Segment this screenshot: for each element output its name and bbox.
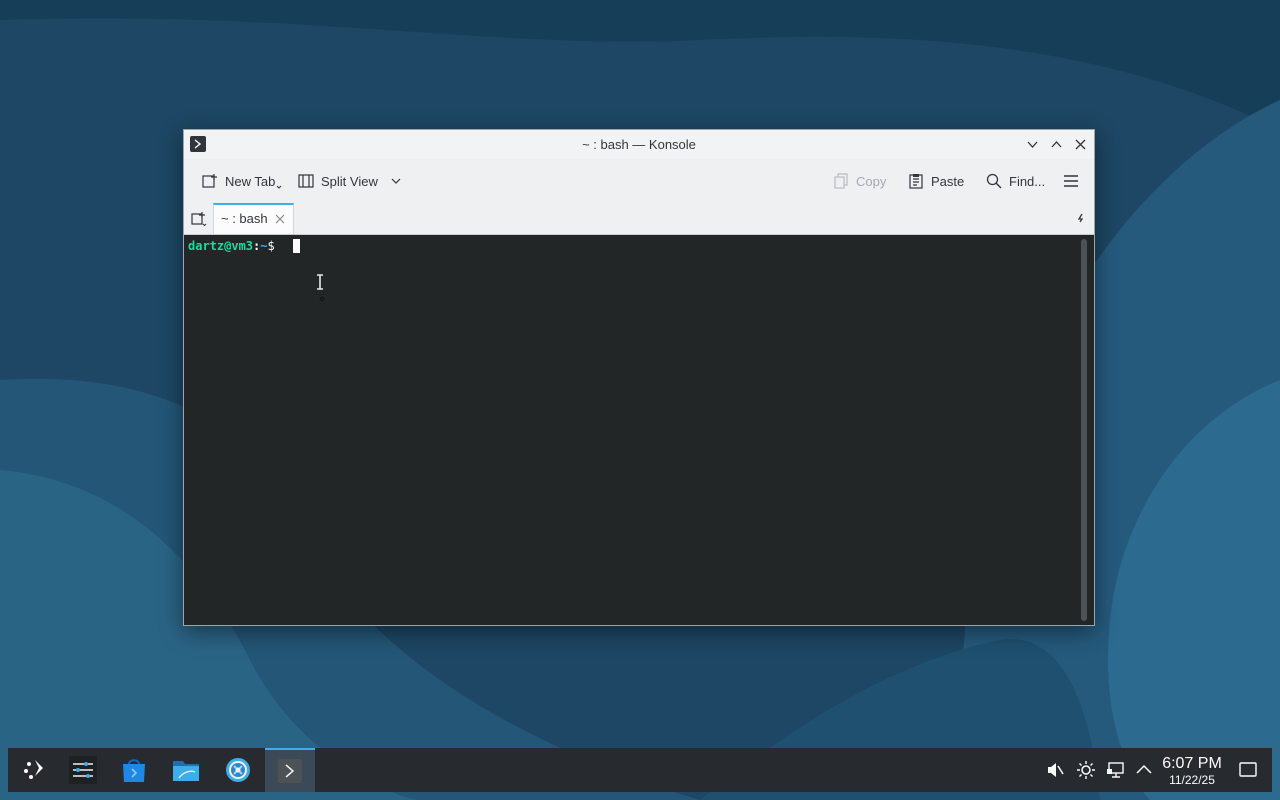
split-view-label: Split View (321, 173, 378, 189)
show-desktop-icon[interactable] (1238, 760, 1258, 780)
digital-clock[interactable]: 6:07 PM 11/22/25 (1156, 755, 1228, 787)
tab-label: ~ : bash (221, 211, 268, 226)
new-tab-icon[interactable] (190, 210, 208, 228)
minimize-icon[interactable] (1024, 136, 1041, 153)
paste-icon (909, 174, 923, 189)
konsole-icon (278, 759, 302, 783)
text-cursor (293, 239, 300, 253)
ibeam-mouse-cursor-icon (317, 274, 325, 302)
search-icon (986, 173, 1002, 189)
hamburger-menu-icon[interactable] (1062, 172, 1080, 190)
terminal-view[interactable]: dartz@vm3:~$ (184, 235, 1094, 625)
brightness-icon[interactable] (1076, 760, 1096, 780)
discover-icon (123, 759, 145, 782)
application-launcher-icon (24, 760, 43, 779)
system-settings-icon (69, 756, 97, 784)
file-manager-button[interactable] (161, 748, 211, 792)
find-label: Find... (1009, 173, 1046, 189)
split-view-button[interactable]: Split View (297, 159, 402, 203)
close-tab-icon[interactable] (275, 214, 285, 224)
window-title: ~ : bash — Konsole (582, 137, 696, 152)
discover-button[interactable] (109, 748, 159, 792)
shell-prompt: dartz@vm3:~$ (188, 238, 275, 254)
settings-button[interactable] (213, 748, 263, 792)
copy-label: Copy (856, 173, 887, 189)
konsole-window: ~ : bash — Konsole New Tab Split View Co… (183, 129, 1095, 626)
application-launcher-button[interactable] (9, 748, 59, 792)
tab-bar-overflow-icon[interactable] (1076, 213, 1086, 223)
terminal-scrollbar[interactable] (1081, 239, 1087, 621)
copy-button[interactable]: Copy (832, 159, 886, 203)
find-button[interactable]: Find... (985, 159, 1045, 203)
tab-bash[interactable]: ~ : bash (213, 203, 294, 234)
clock-time: 6:07 PM (1162, 755, 1222, 772)
split-view-icon (298, 174, 314, 188)
clock-date: 11/22/25 (1169, 773, 1215, 787)
prompt-cwd: ~ (260, 239, 268, 253)
settings-gear-icon (226, 758, 250, 782)
prompt-symbol: $ (267, 239, 275, 253)
dropdown-indicator-icon (276, 185, 282, 189)
taskbar: 6:07 PM 11/22/25 (8, 748, 1272, 792)
new-tab-label: New Tab (225, 173, 276, 189)
paste-button[interactable]: Paste (907, 159, 964, 203)
system-settings-button[interactable] (58, 748, 108, 792)
new-tab-icon (202, 174, 217, 188)
konsole-task-button[interactable] (265, 748, 315, 792)
paste-label: Paste (931, 173, 965, 189)
chevron-down-icon[interactable] (390, 175, 402, 187)
copy-icon (834, 173, 848, 189)
main-toolbar: New Tab Split View Copy Paste Find... (184, 159, 1094, 204)
tab-bar: ~ : bash (184, 203, 1094, 235)
new-tab-button[interactable]: New Tab (201, 159, 282, 203)
network-icon[interactable] (1106, 760, 1126, 780)
prompt-user-host: dartz@vm3 (188, 239, 254, 253)
maximize-icon[interactable] (1048, 136, 1065, 153)
volume-muted-icon[interactable] (1045, 760, 1065, 780)
chevron-up-icon[interactable] (1134, 760, 1154, 780)
dolphin-icon (173, 761, 199, 781)
close-icon[interactable] (1072, 136, 1089, 153)
title-bar[interactable]: ~ : bash — Konsole (184, 130, 1094, 159)
